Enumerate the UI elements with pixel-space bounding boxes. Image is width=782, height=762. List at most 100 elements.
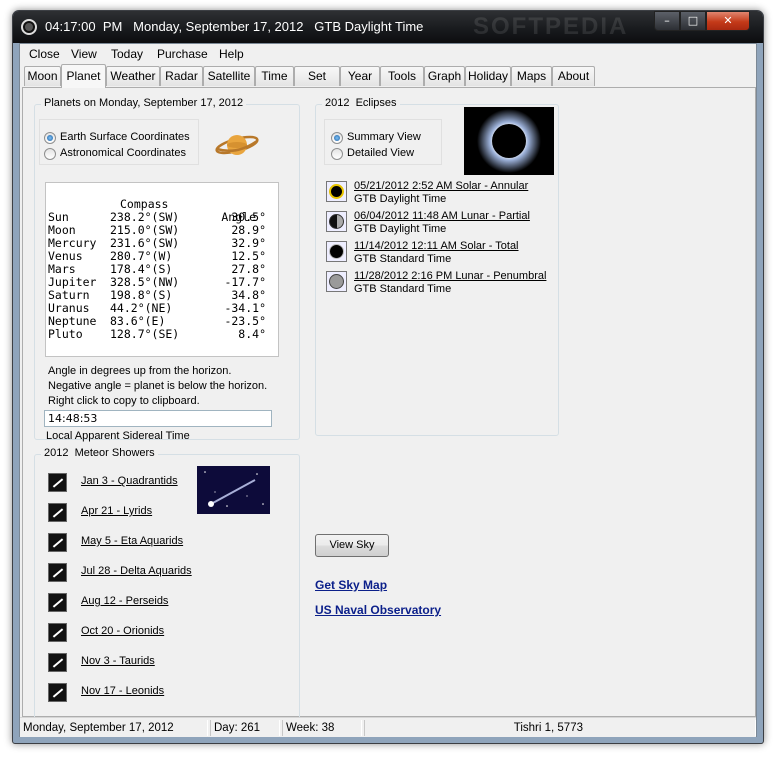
tab-graph[interactable]: Graph (424, 66, 465, 86)
status-date: Monday, September 17, 2012 (20, 720, 208, 736)
eclipse-link-annular[interactable]: 05/21/2012 2:52 AM Solar - Annular (354, 180, 528, 192)
tab-weather[interactable]: Weather (106, 66, 160, 86)
shower-link-lyrids[interactable]: Apr 21 - Lyrids (81, 505, 152, 517)
status-week: Week: 38 (282, 720, 362, 736)
planet-list-header: Compass Angle (48, 185, 276, 224)
planets-group-title: Planets on Monday, September 17, 2012 (41, 97, 247, 109)
naval-observatory-link[interactable]: US Naval Observatory (315, 603, 441, 617)
tab-planet[interactable]: Planet (61, 64, 106, 88)
detailed-view-radio[interactable] (331, 148, 343, 160)
astronomical-label[interactable]: Astronomical Coordinates (60, 147, 186, 159)
app-window: 04:17:00 PM Monday, September 17, 2012 G… (12, 10, 764, 744)
planets-group: Planets on Monday, September 17, 2012 Ea… (34, 97, 300, 442)
meteor-icon (48, 653, 67, 672)
app-clock-icon[interactable] (21, 19, 37, 35)
tab-strip: Moon Planet Weather Radar Satellite Time… (20, 64, 756, 88)
earth-surface-radio[interactable] (44, 132, 56, 144)
meteor-group-title: 2012 Meteor Showers (41, 447, 158, 459)
menu-help[interactable]: Help (219, 47, 244, 61)
minimize-button[interactable]: – (654, 11, 680, 31)
tab-radar[interactable]: Radar (160, 66, 203, 86)
tab-holiday[interactable]: Holiday (465, 66, 511, 86)
eclipse-zone: GTB Standard Time (354, 283, 452, 295)
astronomical-radio[interactable] (44, 148, 56, 160)
menu-purchase[interactable]: Purchase (157, 47, 208, 61)
sidereal-time-label: Local Apparent Sidereal Time (46, 430, 190, 442)
client-area: Close View Today Purchase Help Moon Plan… (19, 43, 757, 737)
meteor-showers-group: 2012 Meteor Showers Jan 3 - Quadrantids … (34, 447, 300, 720)
planet-row-moon: Moon 215.0°(SW) 28.9° (48, 223, 266, 237)
eclipse-link-penumbral[interactable]: 11/28/2012 2:16 PM Lunar - Penumbral (354, 270, 546, 282)
solar-annular-eclipse-icon (326, 181, 347, 202)
eclipse-view-options-box: Summary View Detailed View (324, 119, 442, 165)
eclipse-link-total[interactable]: 11/14/2012 12:11 AM Solar - Total (354, 240, 519, 252)
summary-view-label[interactable]: Summary View (347, 131, 421, 143)
lunar-partial-eclipse-icon (326, 211, 347, 232)
negative-angle-note: Negative angle = planet is below the hor… (48, 380, 268, 392)
eclipses-group: 2012 Eclipses Summary View Detailed View (315, 97, 559, 436)
copy-note: Right click to copy to clipboard. (48, 395, 200, 407)
solar-total-eclipse-icon (326, 241, 347, 262)
planet-row-neptune: Neptune 83.6°(E) -23.5° (48, 314, 266, 328)
planet-row-mercury: Mercury 231.6°(SW) 32.9° (48, 236, 266, 250)
detailed-view-label[interactable]: Detailed View (347, 147, 414, 159)
planet-row-mars: Mars 178.4°(S) 27.8° (48, 262, 266, 276)
meteor-image (197, 466, 270, 514)
status-bar: Monday, September 17, 2012 Day: 261 Week… (20, 717, 756, 737)
shower-link-eta-aquarids[interactable]: May 5 - Eta Aquarids (81, 535, 183, 547)
meteor-icon (48, 623, 67, 642)
menu-view[interactable]: View (71, 47, 97, 61)
close-button[interactable]: ✕ (706, 11, 750, 31)
menu-today[interactable]: Today (111, 47, 143, 61)
meteor-icon (48, 533, 67, 552)
sidereal-time-field[interactable]: 14:48:53 (44, 410, 272, 427)
shower-link-perseids[interactable]: Aug 12 - Perseids (81, 595, 168, 607)
tab-maps[interactable]: Maps (511, 66, 552, 86)
planet-positions-list[interactable]: Compass Angle Sun 238.2°(SW) 30.5° Moon 215… (45, 182, 279, 357)
tab-tools[interactable]: Tools (380, 66, 424, 86)
title-bar[interactable]: 04:17:00 PM Monday, September 17, 2012 G… (13, 11, 763, 43)
maximize-button[interactable]: □ (680, 11, 706, 31)
shower-link-delta-aquarids[interactable]: Jul 28 - Delta Aquarids (81, 565, 192, 577)
tab-moon[interactable]: Moon (24, 66, 61, 86)
planet-row-venus: Venus 280.7°(W) 12.5° (48, 249, 266, 263)
eclipse-zone: GTB Daylight Time (354, 223, 447, 235)
status-hebrew-date: Tishri 1, 5773 (364, 720, 756, 736)
shower-link-orionids[interactable]: Oct 20 - Orionids (81, 625, 164, 637)
eclipse-zone: GTB Standard Time (354, 253, 452, 265)
planet-row-sun: Sun 238.2°(SW) 30.5° (48, 210, 266, 224)
shower-link-taurids[interactable]: Nov 3 - Taurids (81, 655, 155, 667)
get-sky-map-link[interactable]: Get Sky Map (315, 578, 387, 592)
tab-year[interactable]: Year (340, 66, 380, 86)
earth-surface-label[interactable]: Earth Surface Coordinates (60, 131, 190, 143)
eclipse-link-partial[interactable]: 06/04/2012 11:48 AM Lunar - Partial (354, 210, 530, 222)
tab-time[interactable]: Time (255, 66, 294, 86)
planet-row-uranus: Uranus 44.2°(NE) -34.1° (48, 301, 266, 315)
planet-row-saturn: Saturn 198.8°(S) 34.8° (48, 288, 266, 302)
lunar-penumbral-eclipse-icon (326, 271, 347, 292)
planet-row-jupiter: Jupiter 328.5°(NW) -17.7° (48, 275, 266, 289)
shower-link-leonids[interactable]: Nov 17 - Leonids (81, 685, 164, 697)
meteor-icon (48, 503, 67, 522)
view-sky-button[interactable]: View Sky (315, 534, 389, 557)
tab-about[interactable]: About (552, 66, 595, 86)
watermark: SOFTPEDIA (473, 13, 629, 40)
meteor-icon (48, 473, 67, 492)
menu-close[interactable]: Close (29, 47, 60, 61)
saturn-icon (215, 135, 259, 155)
window-title: 04:17:00 PM Monday, September 17, 2012 G… (45, 19, 424, 34)
planet-row-pluto: Pluto 128.7°(SE) 8.4° (48, 327, 266, 341)
meteor-icon (48, 683, 67, 702)
meteor-icon (48, 563, 67, 582)
tab-satellite[interactable]: Satellite (203, 66, 255, 86)
solar-eclipse-image (464, 107, 554, 175)
tab-set[interactable]: Set (294, 66, 340, 86)
angle-note: Angle in degrees up from the horizon. (48, 365, 232, 377)
summary-view-radio[interactable] (331, 132, 343, 144)
status-day: Day: 261 (210, 720, 280, 736)
menu-bar: Close View Today Purchase Help (20, 44, 756, 64)
eclipse-zone: GTB Daylight Time (354, 193, 447, 205)
shower-link-quadrantids[interactable]: Jan 3 - Quadrantids (81, 475, 178, 487)
planet-tab-panel: Planets on Monday, September 17, 2012 Ea… (22, 87, 756, 720)
meteor-icon (48, 593, 67, 612)
